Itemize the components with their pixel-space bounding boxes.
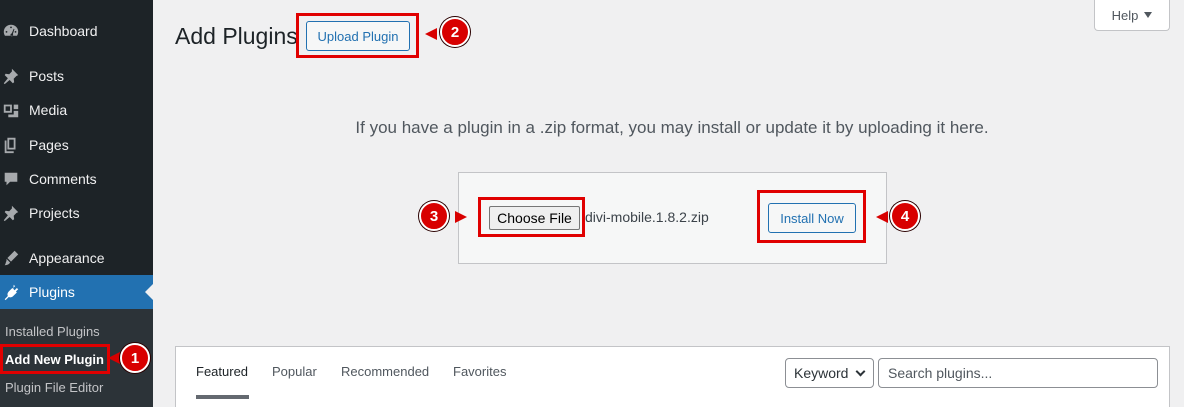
brush-icon (1, 248, 21, 268)
sidebar-item-label: Plugins (29, 284, 75, 300)
current-menu-arrow (145, 284, 153, 300)
sidebar-item-comments[interactable]: Comments (0, 162, 153, 196)
sidebar-item-projects[interactable]: Projects (0, 196, 153, 230)
dashboard-icon (1, 21, 21, 41)
upload-instructions: If you have a plugin in a .zip format, y… (355, 118, 989, 137)
annotation-pointer-3 (455, 211, 467, 223)
sidebar-item-label: Media (29, 102, 68, 118)
caret-down-icon (1144, 12, 1153, 18)
annotation-badge-4: 4 (890, 201, 920, 231)
annotation-box-4 (757, 190, 866, 243)
sidebar-item-label: Dashboard (29, 23, 98, 39)
annotation-pointer-2 (425, 28, 437, 40)
sidebar-item-label: Posts (29, 68, 65, 84)
sidebar-item-dashboard[interactable]: Dashboard (0, 14, 153, 48)
tab-recommended[interactable]: Recommended (341, 364, 429, 379)
tab-featured[interactable]: Featured (196, 364, 248, 379)
current-tab-indicator (196, 395, 249, 399)
search-type-value: Keyword (794, 365, 849, 381)
chevron-down-icon (855, 366, 866, 377)
pin-icon (1, 66, 21, 86)
sidebar-item-label: Appearance (29, 250, 105, 266)
help-label: Help (1111, 7, 1139, 23)
annotation-box-1 (0, 344, 110, 374)
annotation-box-2 (296, 13, 419, 58)
help-tab[interactable]: Help (1094, 0, 1170, 31)
selected-file-name: divi-mobile.1.8.2.zip (585, 209, 709, 225)
annotation-badge-2: 2 (440, 17, 470, 47)
sidebar-item-label: Pages (29, 137, 69, 153)
annotation-box-3 (478, 197, 585, 237)
sidebar-item-appearance[interactable]: Appearance (0, 241, 153, 275)
sidebar-item-posts[interactable]: Posts (0, 59, 153, 93)
tab-popular[interactable]: Popular (272, 364, 317, 379)
sidebar-item-label: Projects (29, 205, 80, 221)
plug-icon (1, 282, 21, 302)
page-title: Add Plugins (175, 23, 298, 49)
annotation-badge-1: 1 (120, 343, 150, 373)
media-icon (1, 100, 21, 120)
search-plugins-input[interactable] (878, 358, 1158, 388)
comment-icon (1, 169, 21, 189)
submenu-item-installed-plugins[interactable]: Installed Plugins (5, 324, 100, 339)
sidebar-item-label: Comments (29, 171, 97, 187)
submenu-item-plugin-file-editor[interactable]: Plugin File Editor (5, 380, 103, 395)
pin-icon (1, 203, 21, 223)
annotation-pointer-1 (108, 352, 120, 364)
search-type-select[interactable]: Keyword (785, 358, 874, 388)
sidebar-item-plugins[interactable]: Plugins (0, 275, 153, 309)
annotation-badge-3: 3 (419, 201, 449, 231)
annotation-pointer-4 (876, 211, 888, 223)
pages-icon (1, 135, 21, 155)
tab-favorites[interactable]: Favorites (453, 364, 506, 379)
